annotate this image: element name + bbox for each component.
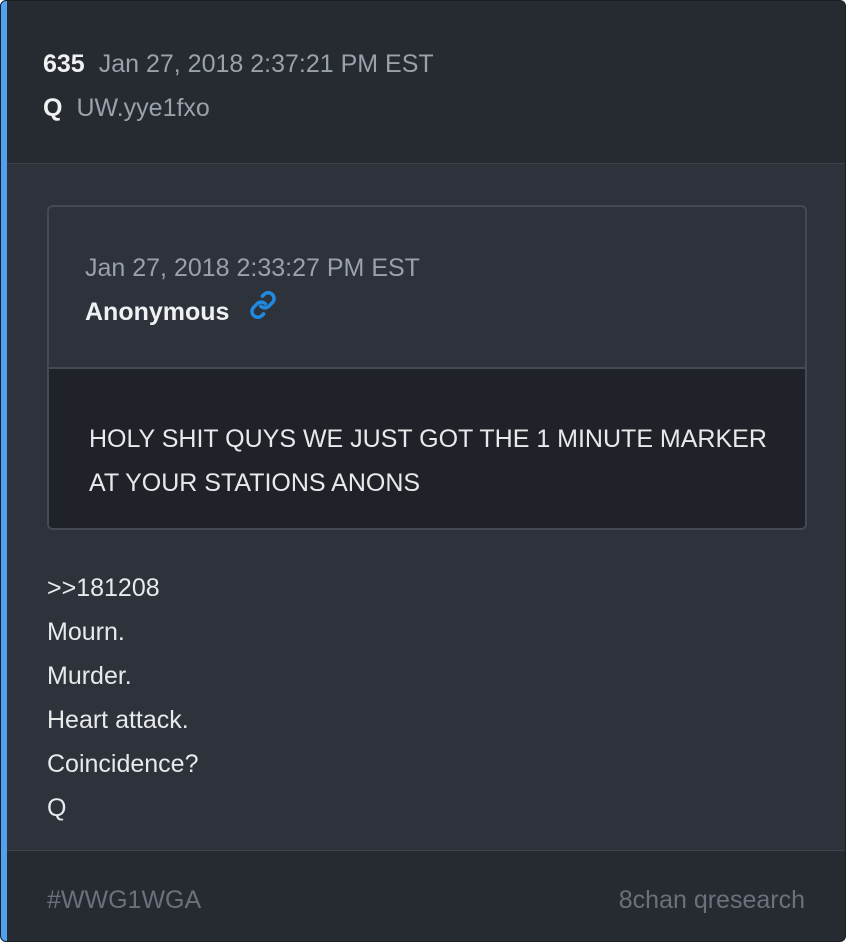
post-meta-row: 635 Jan 27, 2018 2:37:21 PM EST [43, 47, 434, 81]
post-card: 635 Jan 27, 2018 2:37:21 PM EST Q UW.yye1f… [0, 0, 846, 942]
source-label: 8chan qresearch [618, 886, 805, 914]
post-signature: Q [47, 794, 67, 822]
post-line: Murder. [47, 662, 132, 690]
quoted-post-author: Anonymous [85, 298, 230, 326]
post-body: >>181208 Mourn. Murder. Heart attack. Co… [47, 566, 199, 830]
post-number: 635 [43, 50, 85, 78]
post-reply-link[interactable]: >>181208 [47, 566, 199, 610]
post-line: Coincidence? [47, 750, 199, 778]
post-line: Heart attack. [47, 706, 189, 734]
post-line: Mourn. [47, 618, 125, 646]
quoted-post: Jan 27, 2018 2:33:27 PM EST Anonymous HO… [47, 205, 807, 530]
post-author-row: Q UW.yye1fxo [43, 91, 210, 125]
post-date: Jan 27, 2018 2:37:21 PM EST [98, 50, 434, 78]
quoted-post-body: HOLY SHIT QUYS WE JUST GOT THE 1 MINUTE … [49, 369, 805, 528]
link-icon[interactable] [249, 290, 277, 328]
post-author: Q [43, 94, 63, 122]
quoted-post-text: HOLY SHIT QUYS WE JUST GOT THE 1 MINUTE … [89, 425, 767, 497]
quoted-post-date: Jan 27, 2018 2:33:27 PM EST [85, 254, 420, 282]
hashtag: #WWG1WGA [47, 886, 202, 914]
quoted-post-author-row: Anonymous [85, 290, 277, 329]
post-footer: #WWG1WGA 8chan qresearch [7, 850, 845, 941]
quoted-post-header: Jan 27, 2018 2:33:27 PM EST Anonymous [49, 207, 805, 369]
post-tripcode: UW.yye1fxo [76, 94, 210, 122]
post-header: 635 Jan 27, 2018 2:37:21 PM EST Q UW.yye1f… [7, 1, 845, 164]
